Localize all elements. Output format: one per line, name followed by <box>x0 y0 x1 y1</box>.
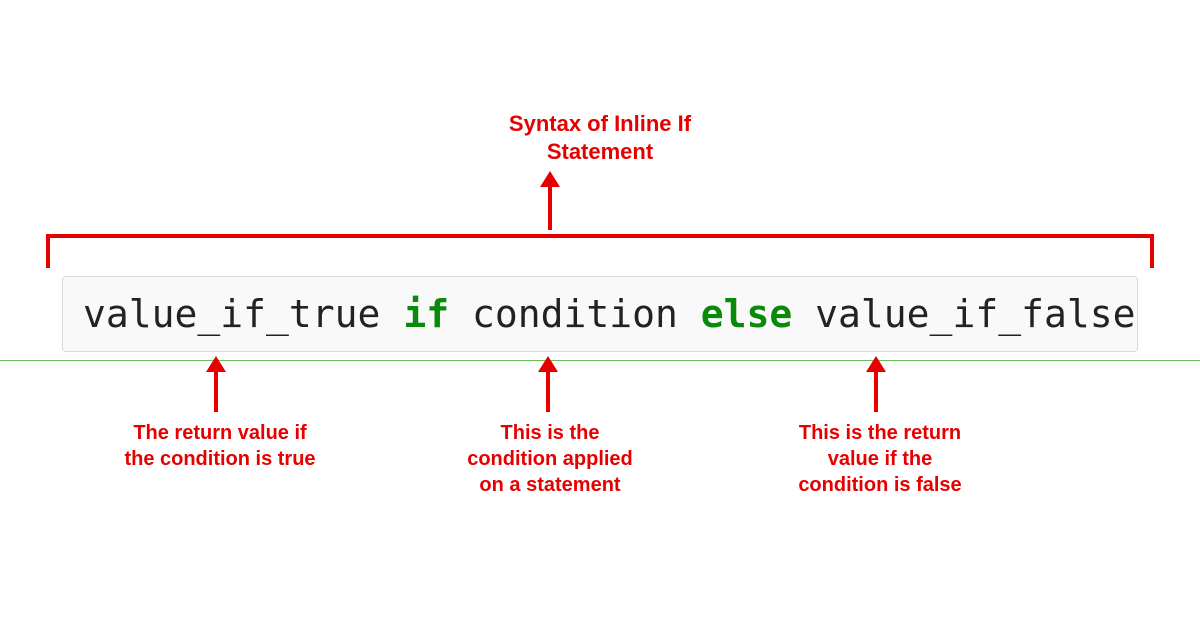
code-token-value-false: value_if_false <box>815 292 1135 336</box>
diagram-title: Syntax of Inline If Statement <box>509 110 691 165</box>
bracket-icon <box>46 234 1154 268</box>
code-keyword-else: else <box>701 292 793 336</box>
arrow-up-icon <box>548 185 552 230</box>
annotation-false: This is the return value if the conditio… <box>770 420 990 498</box>
annotation-true: The return value if the condition is tru… <box>110 420 330 472</box>
arrow-up-icon <box>214 370 218 412</box>
annotation-condition: This is the condition applied on a state… <box>440 420 660 498</box>
diagram-canvas: Syntax of Inline If Statement value_if_t… <box>0 0 1200 630</box>
divider-line <box>0 360 1200 361</box>
arrow-up-icon <box>546 370 550 412</box>
code-token-value-true: value_if_true <box>83 292 380 336</box>
code-token-condition: condition <box>472 292 678 336</box>
code-keyword-if: if <box>403 292 449 336</box>
arrow-up-icon <box>874 370 878 412</box>
code-snippet: value_if_true if condition else value_if… <box>62 276 1138 352</box>
